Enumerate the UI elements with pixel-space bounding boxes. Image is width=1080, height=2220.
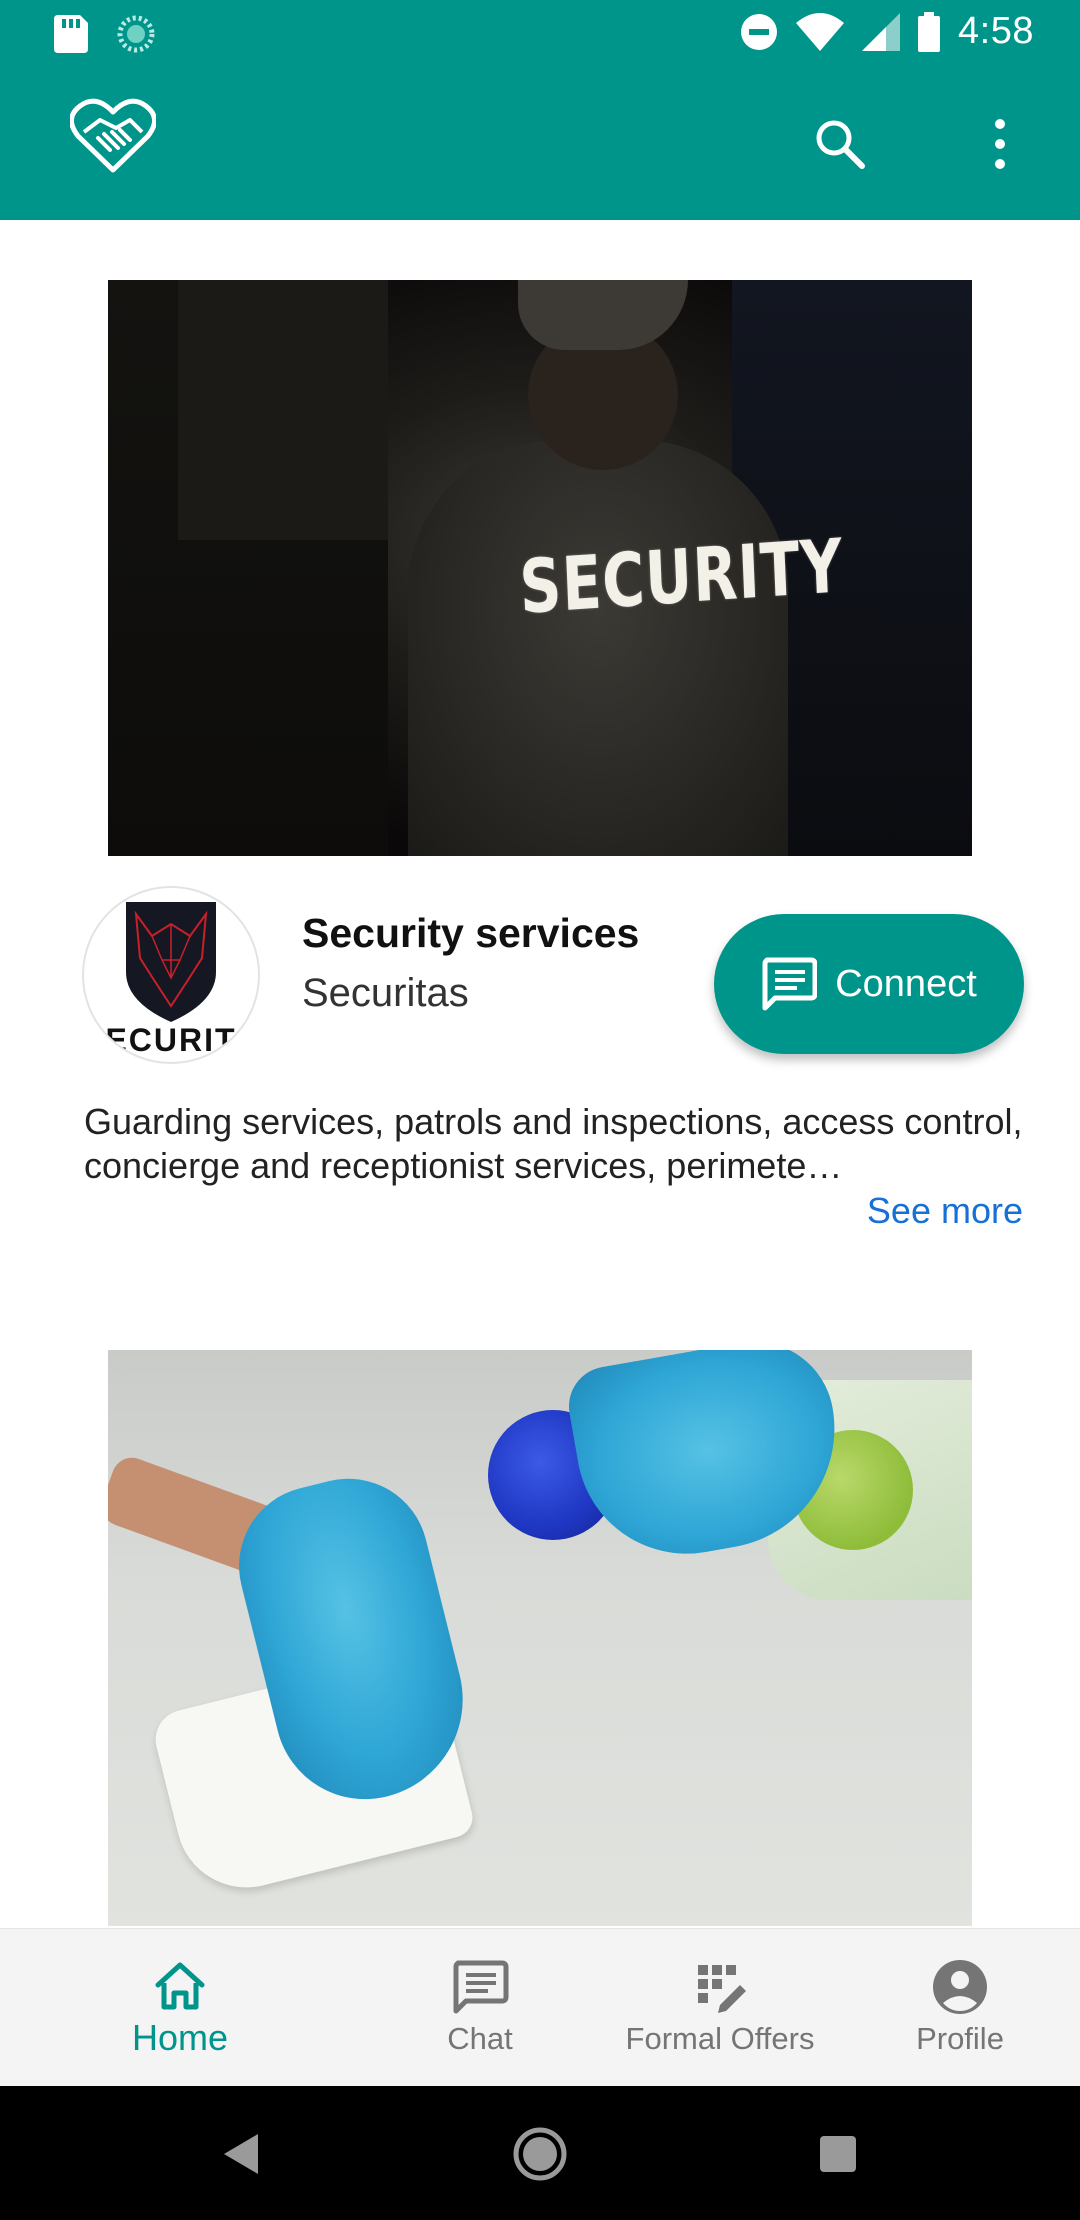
status-right-icons: 4:58 bbox=[740, 10, 1034, 53]
status-time: 4:58 bbox=[958, 10, 1034, 52]
home-icon bbox=[155, 1962, 205, 2010]
bottom-navigation: Home Chat Formal Offers Profile bbox=[0, 1928, 1080, 2087]
security-guard-photo[interactable]: SECURITY bbox=[108, 280, 972, 856]
connect-button[interactable]: Connect bbox=[714, 914, 1024, 1054]
message-icon bbox=[762, 957, 818, 1011]
sd-card-icon bbox=[54, 15, 88, 53]
see-more-link[interactable]: See more bbox=[867, 1190, 1023, 1232]
chat-icon bbox=[453, 1960, 509, 2014]
app-bar bbox=[0, 66, 1080, 220]
search-icon[interactable] bbox=[810, 114, 870, 174]
sync-icon bbox=[117, 15, 155, 53]
service-company: Securitas bbox=[302, 971, 469, 1015]
home-circle-icon[interactable] bbox=[510, 2124, 570, 2184]
nav-label-chat: Chat bbox=[447, 2021, 513, 2056]
back-icon[interactable] bbox=[212, 2124, 272, 2184]
system-navigation-bar bbox=[0, 2086, 1080, 2220]
connect-label: Connect bbox=[835, 962, 977, 1005]
do-not-disturb-icon bbox=[741, 13, 778, 50]
nav-label-profile: Profile bbox=[916, 2021, 1004, 2056]
status-left-icons bbox=[54, 14, 156, 54]
battery-icon bbox=[918, 11, 941, 52]
nav-item-profile[interactable]: Profile bbox=[870, 1929, 1050, 2087]
company-logo[interactable]: ECURIT bbox=[82, 886, 260, 1064]
nav-label-formal-offers: Formal Offers bbox=[625, 2021, 815, 2056]
service-feed[interactable]: SECURITY ECURIT Security services Securi… bbox=[0, 220, 1080, 1928]
cleaning-photo[interactable] bbox=[108, 1350, 972, 1926]
recents-icon[interactable] bbox=[808, 2124, 868, 2184]
app-screen: 4:58 SECURITY ECURIT Security services S… bbox=[0, 0, 1080, 2220]
wolf-shield-icon bbox=[126, 902, 216, 1022]
offers-icon bbox=[698, 1965, 746, 2013]
profile-icon bbox=[933, 1960, 987, 2014]
wifi-icon bbox=[796, 12, 845, 51]
logo-lettering: ECURIT bbox=[105, 1022, 237, 1058]
nav-label-home: Home bbox=[131, 2017, 229, 2058]
nav-item-chat[interactable]: Chat bbox=[390, 1929, 570, 2087]
photo-window bbox=[178, 280, 388, 540]
signal-icon bbox=[862, 12, 901, 51]
photo-guard-torso bbox=[408, 440, 788, 856]
photo-guard-cap bbox=[518, 280, 688, 350]
more-vert-icon[interactable] bbox=[978, 114, 1022, 174]
handshake-heart-icon[interactable] bbox=[70, 98, 156, 174]
service-title[interactable]: Security services bbox=[302, 910, 639, 957]
service-description: Guarding services, patrols and inspectio… bbox=[84, 1101, 1023, 1186]
status-bar: 4:58 bbox=[0, 0, 1080, 66]
nav-item-formal-offers[interactable]: Formal Offers bbox=[600, 1929, 840, 2087]
nav-item-home[interactable]: Home bbox=[90, 1929, 270, 2087]
